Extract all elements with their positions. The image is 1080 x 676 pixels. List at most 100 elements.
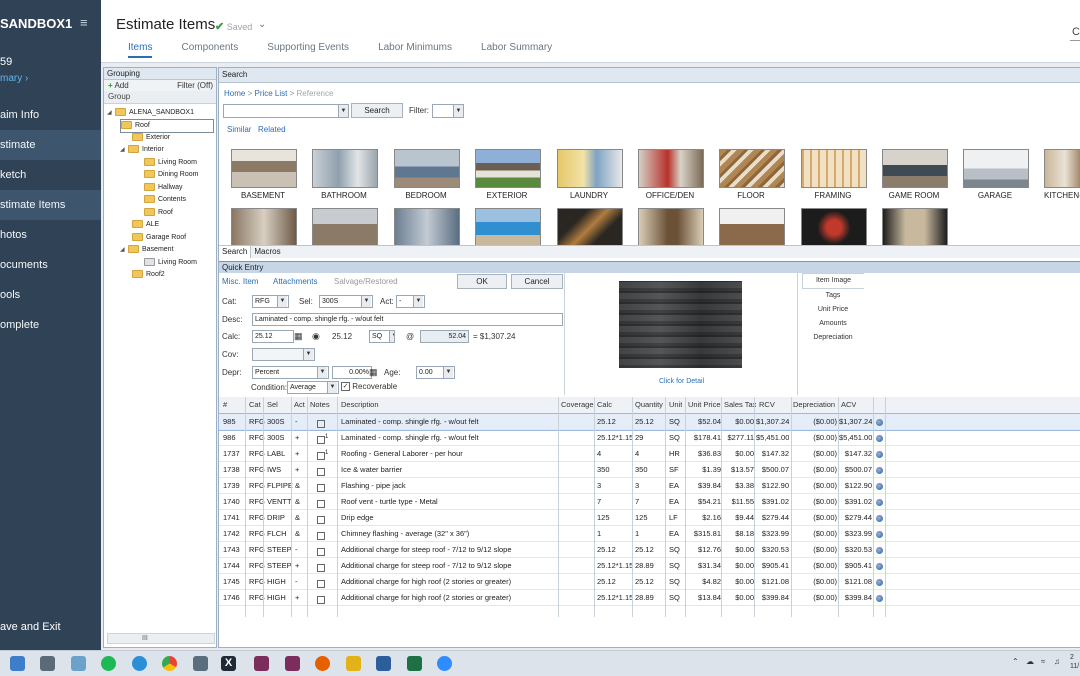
globe-icon[interactable] <box>876 430 883 445</box>
tray-chevron-up-icon[interactable]: ⌃ <box>1012 657 1019 666</box>
file-explorer-icon[interactable] <box>10 656 25 671</box>
zoom-icon[interactable] <box>437 656 452 671</box>
tree-node-ale[interactable]: ALE <box>132 219 159 231</box>
filter-toggle[interactable]: Filter (Off) <box>177 80 213 91</box>
recoverable-checkbox[interactable]: ✓ Recoverable <box>341 382 397 392</box>
edge-browser-icon[interactable] <box>132 656 147 671</box>
globe-icon[interactable] <box>876 574 883 589</box>
category-thumbnail[interactable] <box>801 208 867 247</box>
col-description[interactable]: Description <box>341 397 379 413</box>
search-button[interactable]: Search <box>351 103 403 118</box>
tree-node-roof2[interactable]: Roof2 <box>132 269 165 281</box>
slack-icon[interactable] <box>285 656 300 671</box>
add-group-button[interactable]: Add <box>114 81 128 90</box>
checkbox-checked-icon[interactable]: ✓ <box>341 382 350 392</box>
tab-supporting-events[interactable]: Supporting Events <box>267 42 349 56</box>
col-quantity[interactable]: Quantity <box>635 397 663 413</box>
dropdown-arrow-icon[interactable]: ▼ <box>317 367 327 378</box>
tree-node-garage-roof[interactable]: Garage Roof <box>132 232 186 244</box>
unit-price-input[interactable]: 52.04 <box>420 330 469 343</box>
horizontal-scrollbar[interactable]: III <box>107 633 215 644</box>
slack-icon[interactable] <box>254 656 269 671</box>
app-icon[interactable] <box>193 656 208 671</box>
category-floor[interactable]: FLOOR <box>719 149 785 200</box>
breadcrumb-home[interactable]: Home <box>224 89 245 98</box>
tree-node-living-room[interactable]: Living Room <box>144 157 197 169</box>
category-thumbnail[interactable] <box>557 208 623 247</box>
col-act[interactable]: Act <box>294 397 305 413</box>
notes-icon[interactable] <box>317 478 325 495</box>
calc-input[interactable]: 25.12 <box>252 330 294 343</box>
summary-link[interactable]: mary › <box>0 73 28 84</box>
dropdown-arrow-icon[interactable]: ▼ <box>361 296 371 307</box>
cancel-button[interactable]: Cancel <box>511 274 563 289</box>
nav-tools[interactable]: ools <box>0 280 101 310</box>
cloud-icon[interactable]: ☁ <box>1026 657 1034 666</box>
tab-depreciation[interactable]: Depreciation <box>802 331 864 345</box>
nav-estimate-items[interactable]: stimate Items <box>0 190 101 220</box>
chrome-browser-icon[interactable] <box>162 656 177 671</box>
table-row[interactable]: 1746 RFG HIGH + Additional charge for high r… <box>219 590 1080 606</box>
globe-icon[interactable] <box>876 446 883 461</box>
tab-tags[interactable]: Tags <box>802 289 864 303</box>
tab-macros[interactable]: Macros <box>251 246 283 258</box>
tab-labor-summary[interactable]: Labor Summary <box>481 42 552 56</box>
tree-node-basement[interactable]: ◢ Basement <box>120 244 174 256</box>
tree-node-contents[interactable]: Contents <box>144 194 186 206</box>
globe-icon[interactable] <box>876 414 883 429</box>
nav-claim-info[interactable]: aim Info <box>0 100 101 130</box>
category-thumbnail[interactable] <box>231 208 297 247</box>
plus-icon[interactable]: + <box>108 81 113 90</box>
table-row[interactable]: 1739 RFG FLPIPE & Flashing - pipe jack 3 3 EA $3… <box>219 478 1080 494</box>
col-sel[interactable]: Sel <box>267 397 278 413</box>
depreciation-calc-icon[interactable]: ▦ <box>369 367 378 378</box>
notes-icon[interactable] <box>317 510 325 527</box>
sel-select[interactable]: 300S ▼ <box>319 295 373 308</box>
category-thumbnail[interactable] <box>882 208 948 247</box>
nav-sketch[interactable]: ketch <box>0 160 101 190</box>
dropdown-arrow-icon[interactable]: ▼ <box>413 296 423 307</box>
depreciation-percent-input[interactable]: 0.00% <box>332 366 372 379</box>
col-sales-tax[interactable]: Sales Tax <box>724 397 756 413</box>
category-bedroom[interactable]: BEDROOM <box>394 149 460 200</box>
table-row[interactable]: 1738 RFG IWS + Ice & water barrier 350 350 SF $1… <box>219 462 1080 478</box>
notes-icon[interactable] <box>317 414 325 431</box>
ok-button[interactable]: OK <box>457 274 507 289</box>
col-number[interactable]: # <box>223 397 227 413</box>
clock[interactable]: 2 11/ <box>1070 653 1079 671</box>
category-laundry[interactable]: LAUNDRY <box>557 149 623 200</box>
tab-salvage-restored[interactable]: Salvage/Restored <box>334 277 398 286</box>
wifi-icon[interactable]: ≈ <box>1041 657 1045 666</box>
dropdown-arrow-icon[interactable]: ▼ <box>303 349 313 360</box>
nav-complete[interactable]: omplete <box>0 310 101 340</box>
col-cat[interactable]: Cat <box>249 397 261 413</box>
notes-icon[interactable] <box>317 526 325 543</box>
category-exterior[interactable]: EXTERIOR <box>475 149 541 200</box>
notes-icon[interactable] <box>317 558 325 575</box>
firefox-icon[interactable] <box>315 656 330 671</box>
depreciation-type-select[interactable]: Percent ▼ <box>252 366 329 379</box>
category-garage[interactable]: GARAGE <box>963 149 1029 200</box>
nav-estimate[interactable]: stimate <box>0 130 101 160</box>
category-basement[interactable]: BASEMENT <box>231 149 297 200</box>
category-framing[interactable]: FRAMING <box>801 149 867 200</box>
category-thumbnail[interactable] <box>394 208 460 247</box>
expand-triangle-icon[interactable]: ◢ <box>120 144 128 156</box>
table-row[interactable]: 1743 RFG STEEP - Additional charge for steep… <box>219 542 1080 558</box>
dropdown-arrow-icon[interactable]: ▼ <box>277 296 287 307</box>
col-depreciation[interactable]: Depreciation <box>793 397 835 413</box>
unit-select[interactable]: SQ▼ <box>369 330 395 343</box>
tab-misc-item[interactable]: Misc. Item <box>222 277 258 286</box>
description-input[interactable]: Laminated - comp. shingle rfg. - w/out f… <box>252 313 563 326</box>
dropdown-arrow-icon[interactable]: ▼ <box>327 382 337 393</box>
dropdown-arrow-icon[interactable]: ▼ <box>453 105 463 117</box>
volume-icon[interactable]: ♫ <box>1054 657 1060 666</box>
col-notes[interactable]: Notes <box>310 397 330 413</box>
search-input[interactable]: ▼ <box>223 104 349 118</box>
globe-icon[interactable] <box>876 510 883 525</box>
table-row[interactable]: 986 RFG 300S + Laminated - comp. shingle rfg… <box>219 430 1080 446</box>
globe-icon[interactable] <box>876 526 883 541</box>
item-image[interactable] <box>619 281 742 368</box>
tab-attachments[interactable]: Attachments <box>273 277 317 286</box>
expand-triangle-icon[interactable]: ◢ <box>107 107 115 119</box>
